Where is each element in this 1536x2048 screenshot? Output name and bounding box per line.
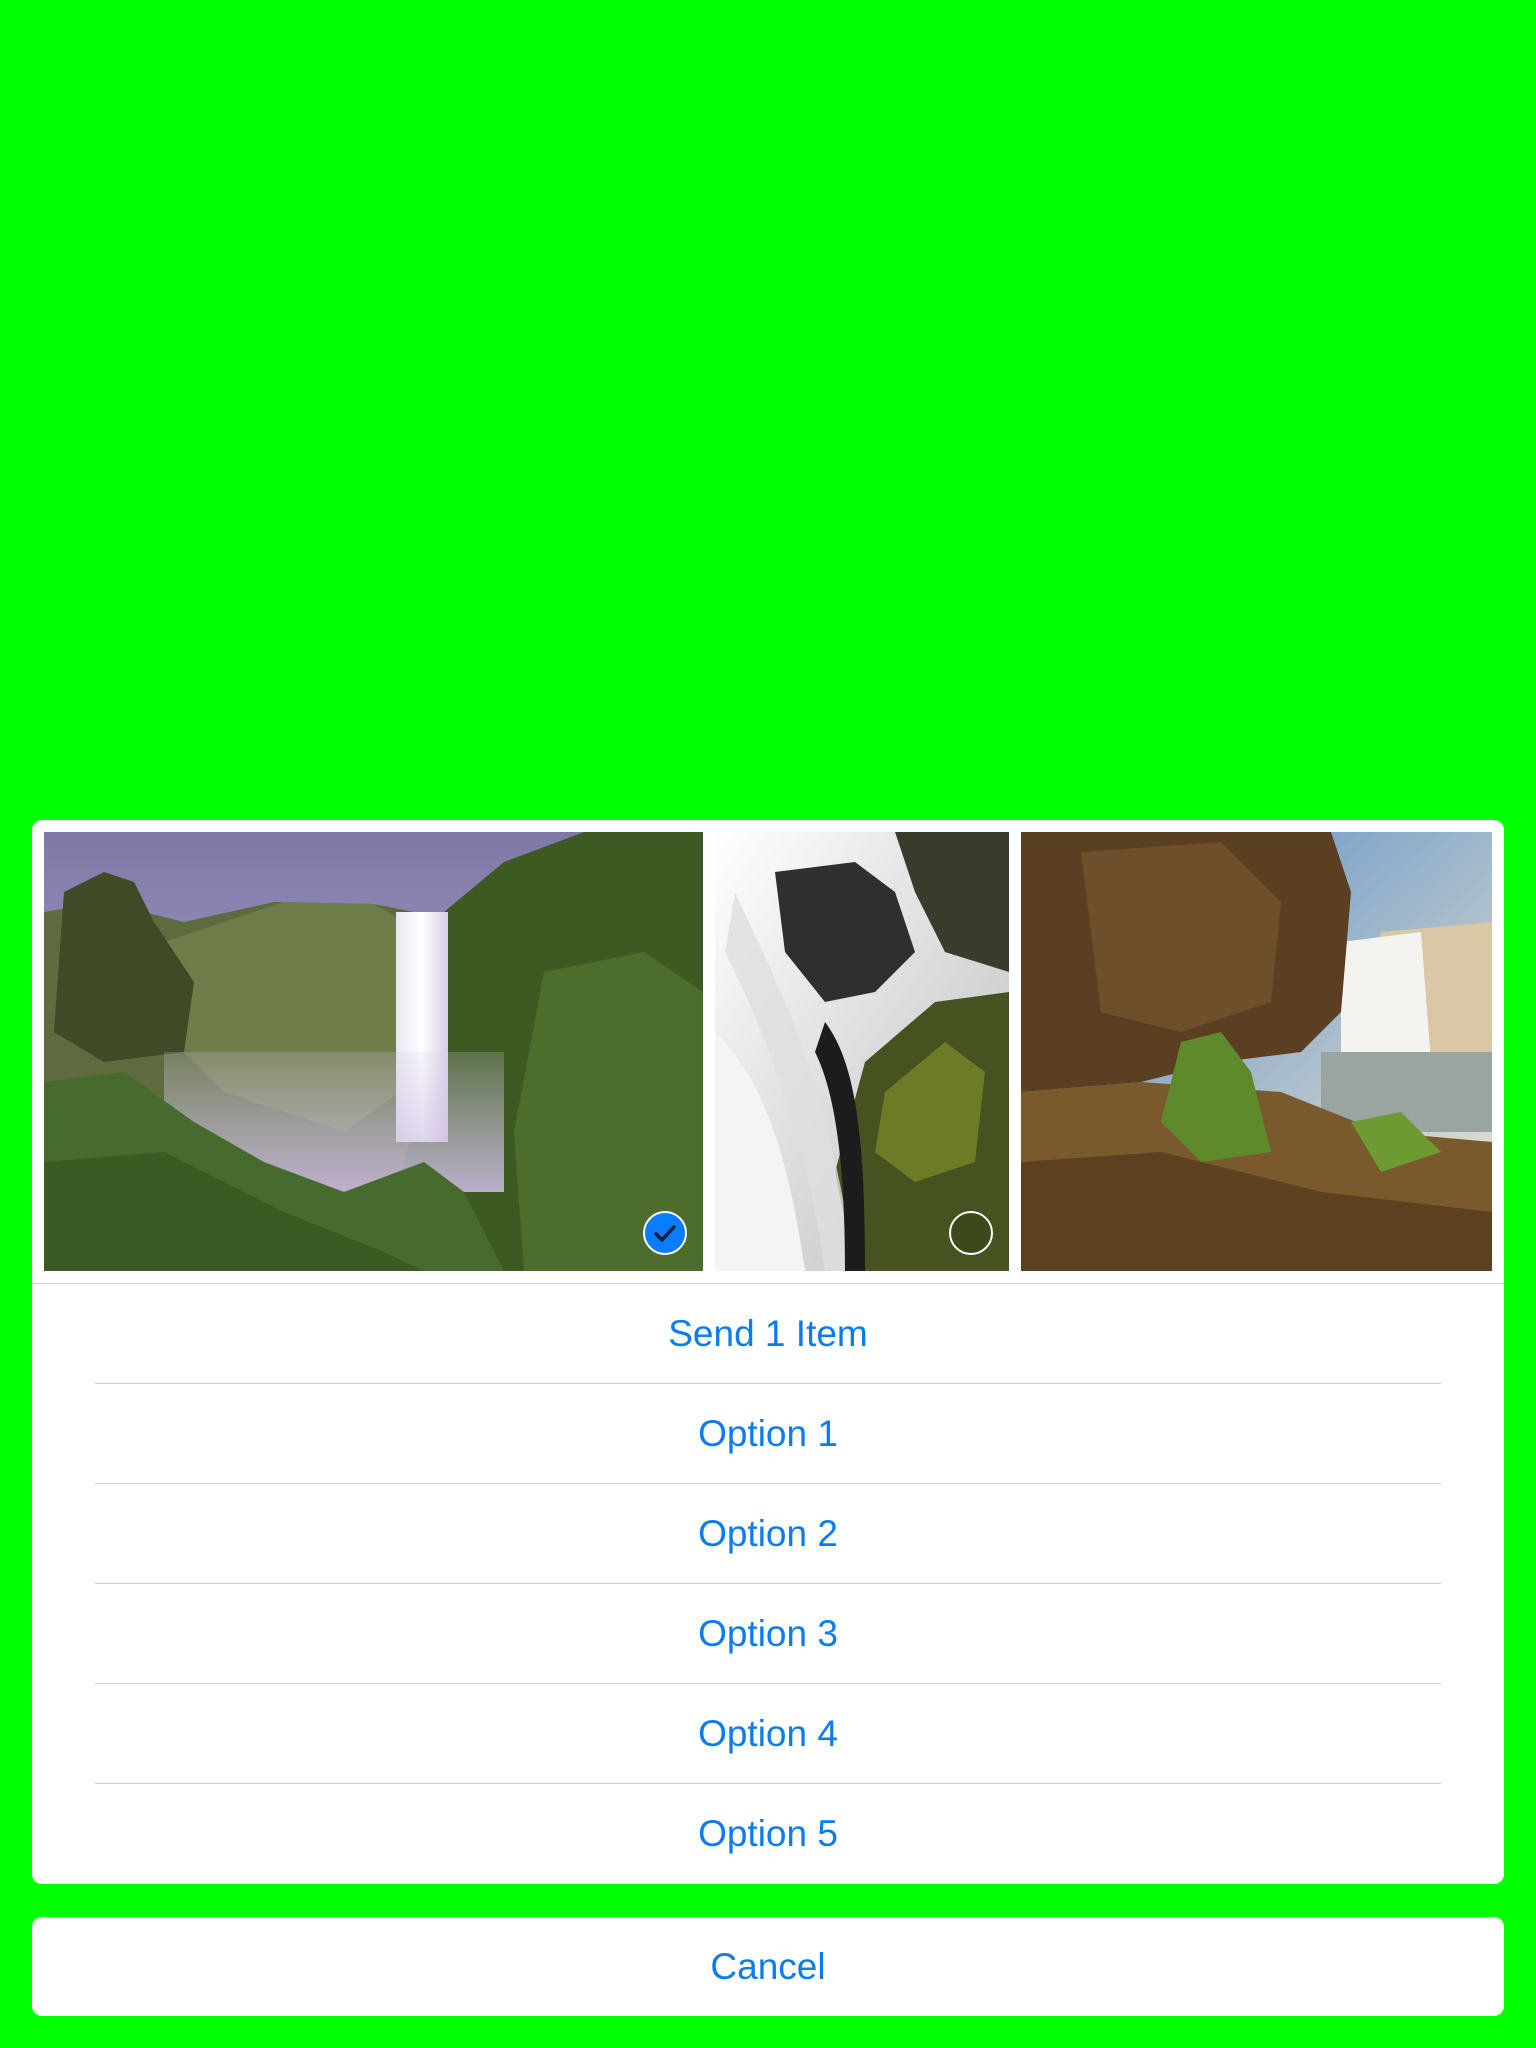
empty-circle-icon[interactable] [949,1211,993,1255]
checkmark-circle-icon[interactable] [643,1211,687,1255]
option-2-label: Option 2 [698,1513,838,1554]
option-1-label: Option 1 [698,1413,838,1454]
photo-thumbnail-1[interactable] [44,832,703,1271]
send-items-button[interactable]: Send 1 Item [32,1284,1504,1384]
option-4-label: Option 4 [698,1713,838,1754]
option-5-label: Option 5 [698,1813,838,1854]
photo-thumbnail-3[interactable] [1021,832,1492,1271]
photo-image-3 [1021,832,1492,1271]
option-4-button[interactable]: Option 4 [32,1684,1504,1784]
photo-image-1 [44,832,703,1271]
photo-image-2 [715,832,1009,1271]
cancel-button[interactable]: Cancel [32,1917,1504,2016]
option-2-button[interactable]: Option 2 [32,1484,1504,1584]
option-3-button[interactable]: Option 3 [32,1584,1504,1684]
action-list: Send 1 Item Option 1 Option 2 Option 3 O… [32,1284,1504,1884]
action-sheet: Send 1 Item Option 1 Option 2 Option 3 O… [32,820,1504,1884]
option-3-label: Option 3 [698,1613,838,1654]
option-5-button[interactable]: Option 5 [32,1784,1504,1884]
photo-thumbnail-2[interactable] [715,832,1009,1271]
cancel-label: Cancel [710,1945,826,1987]
send-items-label: Send 1 Item [668,1313,868,1354]
option-1-button[interactable]: Option 1 [32,1384,1504,1484]
photo-picker-strip[interactable] [32,820,1504,1284]
